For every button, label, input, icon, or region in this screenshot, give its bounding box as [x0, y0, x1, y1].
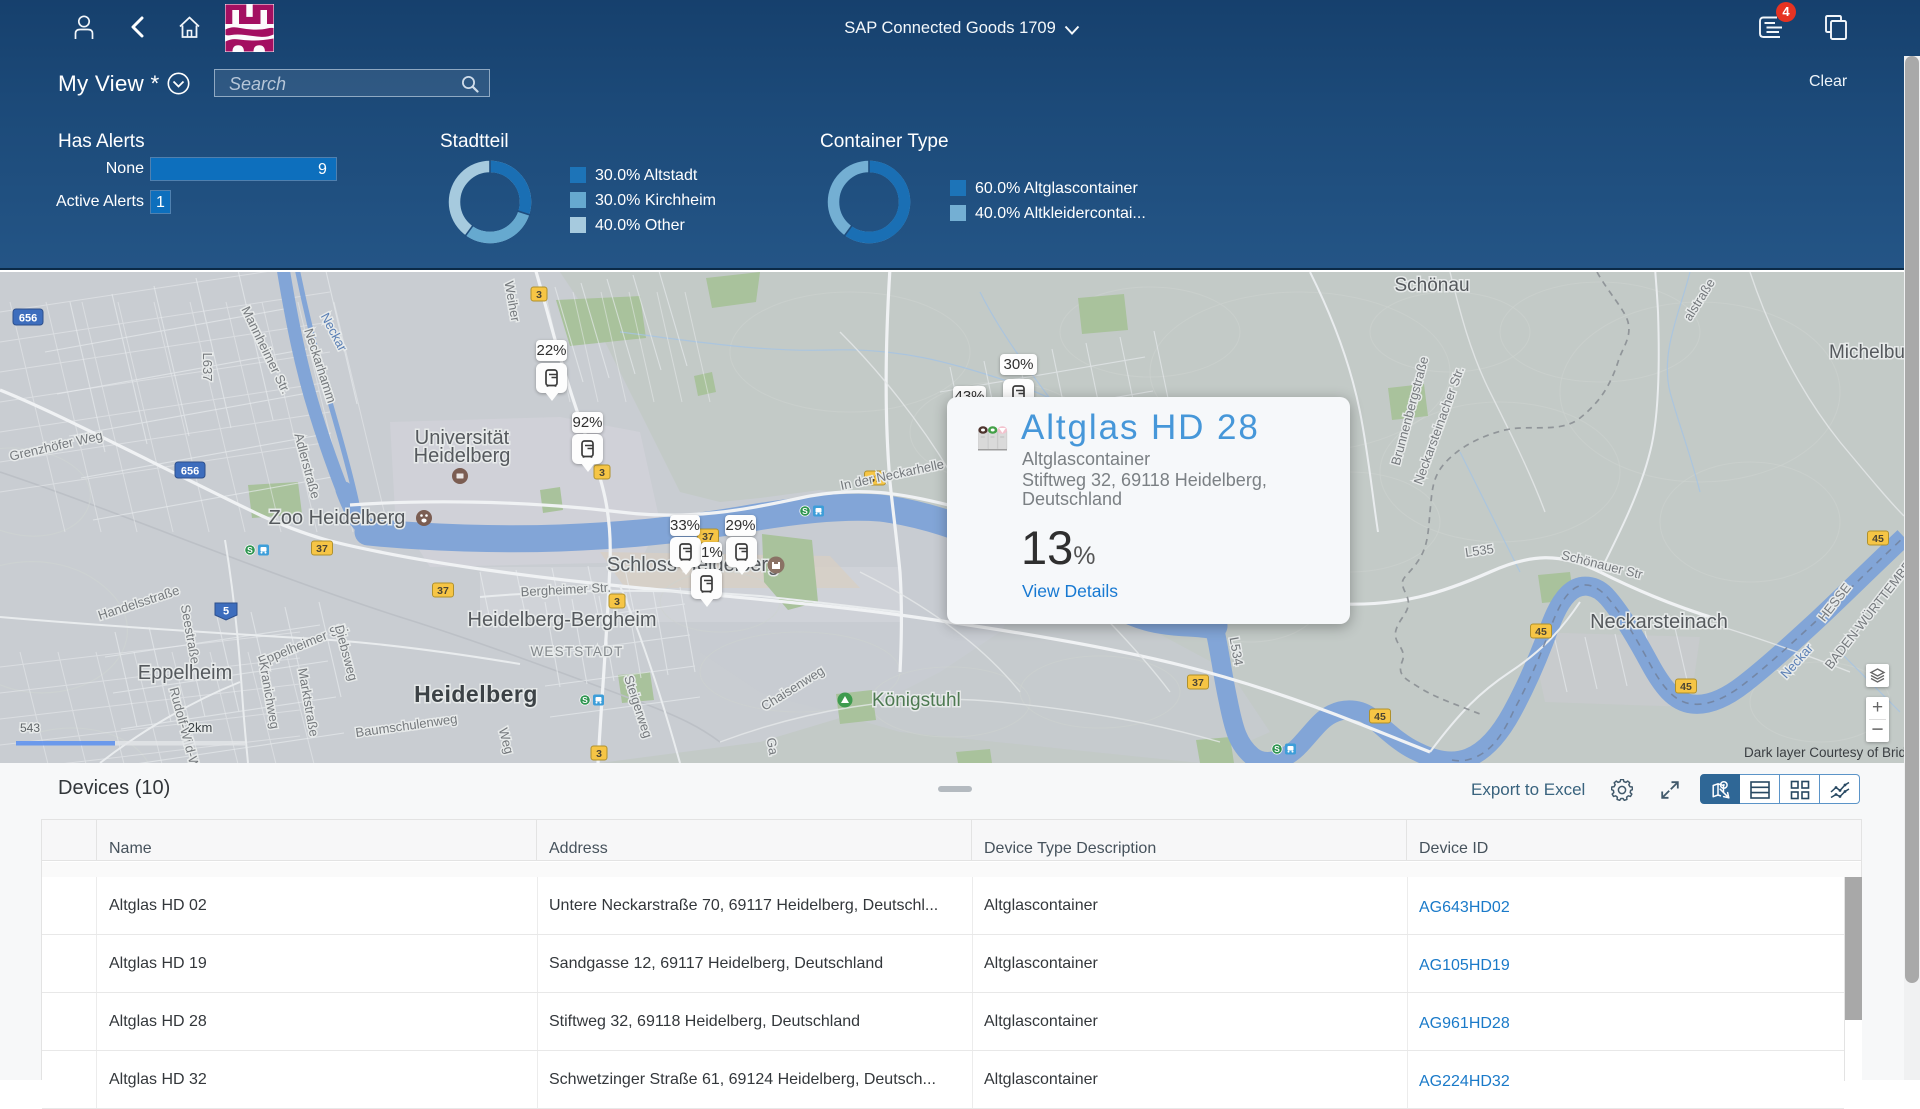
- svg-text:3: 3: [536, 289, 542, 301]
- svg-text:Königstuhl: Königstuhl: [872, 690, 961, 711]
- svg-text:Baumschulenweg: Baumschulenweg: [355, 711, 459, 740]
- svg-text:S: S: [582, 695, 588, 705]
- svg-text:Chaisenweg: Chaisenweg: [758, 663, 827, 714]
- svg-text:656: 656: [181, 466, 199, 478]
- svg-text:HESSE: HESSE: [1815, 580, 1854, 624]
- svg-text:Schönau: Schönau: [1394, 275, 1469, 296]
- svg-text:S: S: [1274, 744, 1280, 754]
- svg-text:543: 543: [20, 721, 40, 735]
- svg-text:37: 37: [316, 543, 328, 555]
- svg-text:37: 37: [1192, 677, 1204, 689]
- svg-text:Grenzhöfer Weg: Grenzhöfer Weg: [8, 428, 104, 464]
- svg-text:656: 656: [19, 313, 37, 325]
- svg-text:Bergheimer Str.: Bergheimer Str.: [520, 580, 611, 600]
- svg-text:L534: L534: [1227, 636, 1247, 667]
- svg-text:Seestraße: Seestraße: [178, 603, 203, 665]
- svg-text:5: 5: [223, 606, 229, 618]
- svg-text:Marktstraße: Marktstraße: [295, 667, 322, 738]
- svg-text:S: S: [247, 545, 253, 555]
- svg-text:2km: 2km: [188, 720, 213, 735]
- svg-text:S: S: [802, 506, 808, 516]
- svg-text:Neckarsteinach: Neckarsteinach: [1590, 611, 1728, 633]
- svg-text:Diebsweg: Diebsweg: [332, 623, 361, 682]
- svg-text:45: 45: [1374, 711, 1386, 723]
- svg-text:Steigerweg: Steigerweg: [621, 673, 655, 739]
- svg-text:L637: L637: [200, 353, 215, 382]
- svg-text:3: 3: [614, 596, 620, 608]
- svg-text:45: 45: [1535, 626, 1547, 638]
- svg-text:Eppelheim: Eppelheim: [138, 662, 233, 684]
- svg-text:Schönauer Str: Schönauer Str: [1560, 547, 1645, 582]
- svg-text:Adlerstraße: Adlerstraße: [291, 431, 323, 500]
- svg-text:Weiher: Weiher: [501, 280, 523, 324]
- svg-text:In der Neckarhelle: In der Neckarhelle: [839, 456, 945, 493]
- svg-text:WESTSTADT: WESTSTADT: [530, 644, 623, 659]
- svg-text:Zoo Heidelberg: Zoo Heidelberg: [269, 507, 406, 529]
- svg-text:alstraße: alstraße: [1680, 276, 1718, 324]
- svg-text:37: 37: [437, 585, 449, 597]
- svg-text:Handelsstraße: Handelsstraße: [96, 583, 181, 623]
- svg-text:Michelbuch: Michelbuch: [1829, 342, 1904, 363]
- svg-text:Mannheimer Str.: Mannheimer Str.: [238, 304, 293, 396]
- svg-text:3: 3: [596, 748, 602, 760]
- svg-text:Kranichweg: Kranichweg: [256, 660, 283, 730]
- svg-text:3: 3: [599, 467, 605, 479]
- svg-text:L535: L535: [1464, 541, 1495, 560]
- svg-text:37: 37: [702, 531, 714, 543]
- svg-text:Heidelberg-Bergheim: Heidelberg-Bergheim: [468, 609, 657, 631]
- svg-text:Neckar: Neckar: [1777, 640, 1816, 681]
- svg-text:Heidelberg: Heidelberg: [414, 681, 538, 707]
- svg-text:Weg: Weg: [496, 726, 517, 755]
- svg-text:Ga: Ga: [764, 736, 782, 756]
- svg-text:45: 45: [1872, 533, 1884, 545]
- svg-text:45: 45: [1680, 681, 1692, 693]
- svg-text:Heidelberg: Heidelberg: [414, 445, 511, 467]
